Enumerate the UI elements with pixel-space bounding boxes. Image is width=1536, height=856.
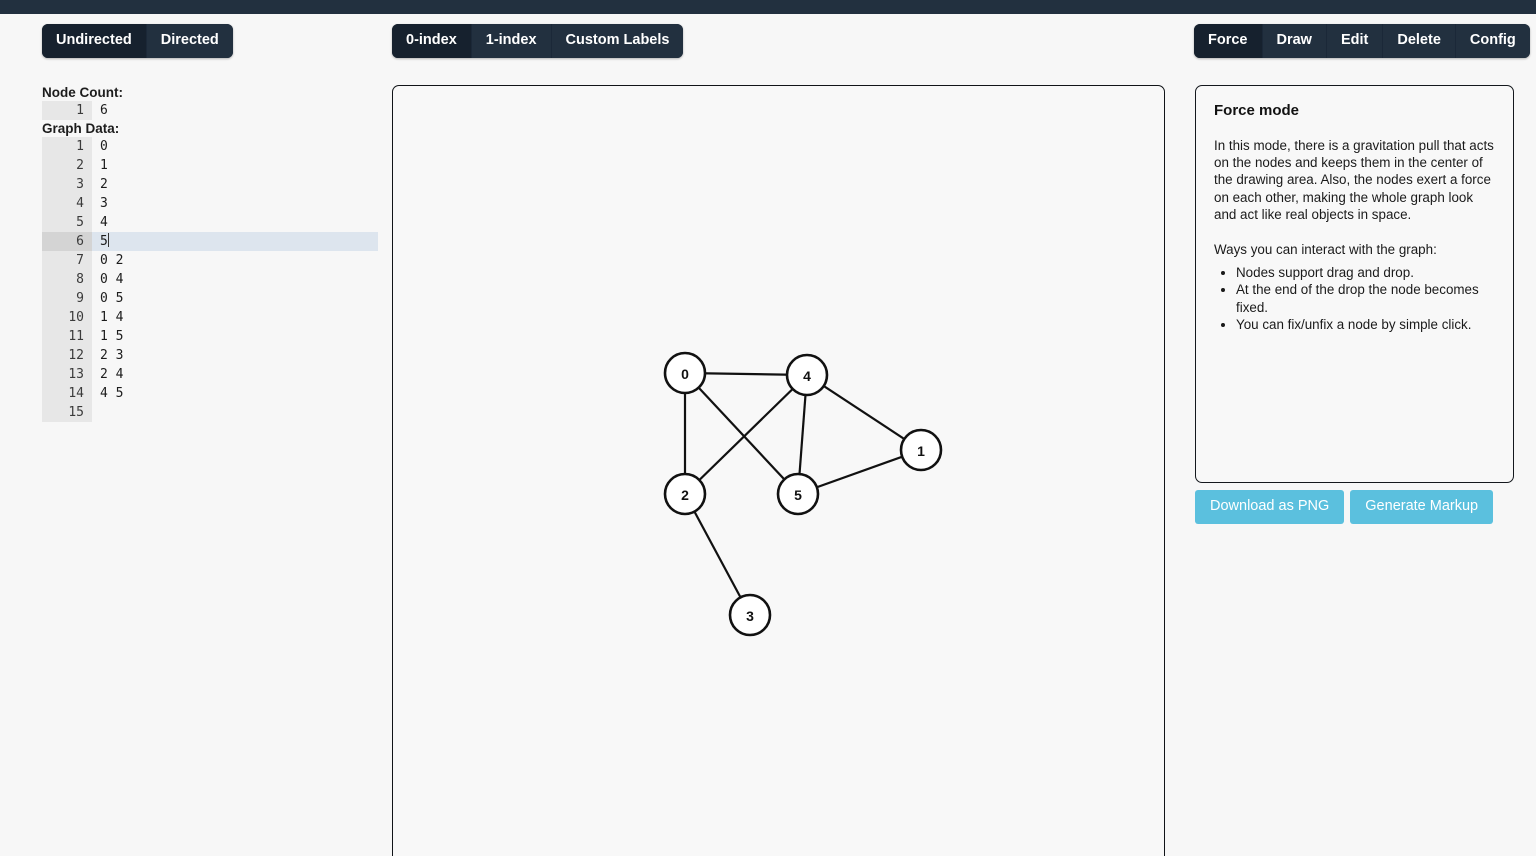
- mode-tab-draw[interactable]: Draw: [1262, 24, 1327, 58]
- graph-data-line-text[interactable]: 2 3: [92, 346, 378, 365]
- info-panel-bullet: Nodes support drag and drop.: [1236, 264, 1496, 281]
- mode-tab-delete[interactable]: Delete: [1383, 24, 1456, 58]
- graph-node[interactable]: 4: [785, 353, 829, 397]
- index-tab-0-index[interactable]: 0-index: [392, 24, 472, 58]
- direction-tab-directed[interactable]: Directed: [146, 24, 233, 58]
- mode-tab-config[interactable]: Config: [1455, 24, 1530, 58]
- graph-node-label: 4: [803, 368, 811, 384]
- node-count-code-area[interactable]: 16: [42, 101, 378, 120]
- graph-node-label: 1: [917, 443, 925, 459]
- index-toolbar[interactable]: 0-index 1-index Custom Labels: [392, 24, 684, 58]
- graph-data-code-area[interactable]: 10213243546570 280 490 5 10 1 4 11 1 5 12 2 31…: [42, 137, 378, 422]
- index-tab-1-index[interactable]: 1-index: [471, 24, 552, 58]
- node-count-line-text[interactable]: 6: [92, 101, 378, 120]
- graph-svg[interactable]: 0 1 2 3 4 5: [393, 86, 1164, 856]
- info-panel-bullet-list: Nodes support drag and drop.At the end o…: [1214, 264, 1496, 333]
- graph-data-line-text[interactable]: 0 5: [92, 289, 378, 308]
- graph-data-line-number: 1: [42, 137, 92, 156]
- graph-data-line-text[interactable]: 4 5: [92, 384, 378, 403]
- graph-data-line-number: 6: [42, 232, 92, 251]
- graph-data-line-number: 4: [42, 194, 92, 213]
- graph-data-label: Graph Data:: [42, 121, 120, 136]
- info-panel-bullet: You can fix/unfix a node by simple click…: [1236, 316, 1496, 333]
- graph-data-line-number: 7: [42, 251, 92, 270]
- info-panel-title: Force mode: [1214, 102, 1300, 119]
- graph-data-line[interactable]: 14 4 5: [42, 384, 378, 403]
- graph-data-line[interactable]: 15: [42, 403, 378, 422]
- graph-data-line-text[interactable]: 3: [92, 194, 378, 213]
- graph-input-editor[interactable]: Node Count: 16 Graph Data: 1021324354657…: [42, 84, 378, 444]
- graph-data-line-number: 10: [42, 308, 92, 327]
- top-bar: [0, 0, 1536, 14]
- graph-data-line[interactable]: 10 1 4: [42, 308, 378, 327]
- graph-data-line-number: 2: [42, 156, 92, 175]
- graph-data-line[interactable]: 70 2: [42, 251, 378, 270]
- graph-data-line-number: 3: [42, 175, 92, 194]
- graph-data-line-text[interactable]: 0: [92, 137, 378, 156]
- graph-canvas[interactable]: 0 1 2 3 4 5: [392, 85, 1165, 856]
- graph-node[interactable]: 1: [899, 428, 943, 472]
- graph-data-line[interactable]: 21: [42, 156, 378, 175]
- graph-data-line-number: 15: [42, 403, 92, 422]
- mode-info-panel: Force mode In this mode, there is a grav…: [1195, 85, 1514, 483]
- info-panel-description: In this mode, there is a gravitation pul…: [1214, 138, 1494, 222]
- graph-data-line[interactable]: 10: [42, 137, 378, 156]
- direction-toolbar[interactable]: Undirected Directed: [42, 24, 233, 58]
- graph-data-line-text[interactable]: 4: [92, 213, 378, 232]
- graph-data-line[interactable]: 54: [42, 213, 378, 232]
- graph-data-line-text[interactable]: 0 4: [92, 270, 378, 289]
- graph-data-line[interactable]: 13 2 4: [42, 365, 378, 384]
- graph-data-line-text[interactable]: 2 4: [92, 365, 378, 384]
- graph-data-line-number: 8: [42, 270, 92, 289]
- graph-data-line-number: 13: [42, 365, 92, 384]
- graph-data-line-number: 11: [42, 327, 92, 346]
- graph-node[interactable]: 3: [728, 593, 772, 637]
- mode-toolbar[interactable]: Force Draw Edit Delete Config: [1194, 24, 1530, 58]
- graph-data-line-number: 5: [42, 213, 92, 232]
- graph-data-line-text[interactable]: 2: [92, 175, 378, 194]
- graph-data-line-text[interactable]: 0 2: [92, 251, 378, 270]
- graph-node[interactable]: 5: [776, 472, 820, 516]
- generate-markup-button[interactable]: Generate Markup: [1350, 490, 1494, 524]
- graph-data-line-text[interactable]: 1 4: [92, 308, 378, 327]
- graph-data-line[interactable]: 11 1 5: [42, 327, 378, 346]
- graph-node-label: 0: [681, 366, 689, 382]
- action-button-row[interactable]: Download as PNG Generate Markup: [1195, 490, 1494, 524]
- graph-edge[interactable]: [684, 372, 799, 495]
- graph-node[interactable]: 2: [663, 472, 707, 516]
- graph-node-label: 3: [746, 608, 754, 624]
- mode-tab-force[interactable]: Force: [1194, 24, 1263, 58]
- graph-data-line-number: 9: [42, 289, 92, 308]
- graph-data-line[interactable]: 12 2 3: [42, 346, 378, 365]
- graph-data-line-text[interactable]: 5: [92, 232, 378, 251]
- graph-node[interactable]: 0: [663, 351, 707, 395]
- graph-data-line[interactable]: 90 5: [42, 289, 378, 308]
- graph-data-line-text[interactable]: [92, 403, 378, 422]
- node-count-label: Node Count:: [42, 85, 123, 100]
- graph-data-line[interactable]: 80 4: [42, 270, 378, 289]
- mode-tab-edit[interactable]: Edit: [1326, 24, 1384, 58]
- graph-data-line-number: 14: [42, 384, 92, 403]
- info-panel-ways-heading: Ways you can interact with the graph:: [1214, 242, 1437, 258]
- graph-data-line-number: 12: [42, 346, 92, 365]
- download-as-png-button[interactable]: Download as PNG: [1195, 490, 1345, 524]
- graph-data-line[interactable]: 43: [42, 194, 378, 213]
- node-count-line[interactable]: 16: [42, 101, 378, 120]
- graph-data-line[interactable]: 65: [42, 232, 378, 251]
- graph-data-line-text[interactable]: 1 5: [92, 327, 378, 346]
- graph-data-line[interactable]: 32: [42, 175, 378, 194]
- info-panel-bullet: At the end of the drop the node becomes …: [1236, 281, 1496, 315]
- graph-node-label: 5: [794, 487, 802, 503]
- node-count-line-number: 1: [42, 101, 92, 120]
- graph-node-label: 2: [681, 487, 689, 503]
- index-tab-custom-labels[interactable]: Custom Labels: [551, 24, 684, 58]
- direction-tab-undirected[interactable]: Undirected: [42, 24, 147, 58]
- graph-data-line-text[interactable]: 1: [92, 156, 378, 175]
